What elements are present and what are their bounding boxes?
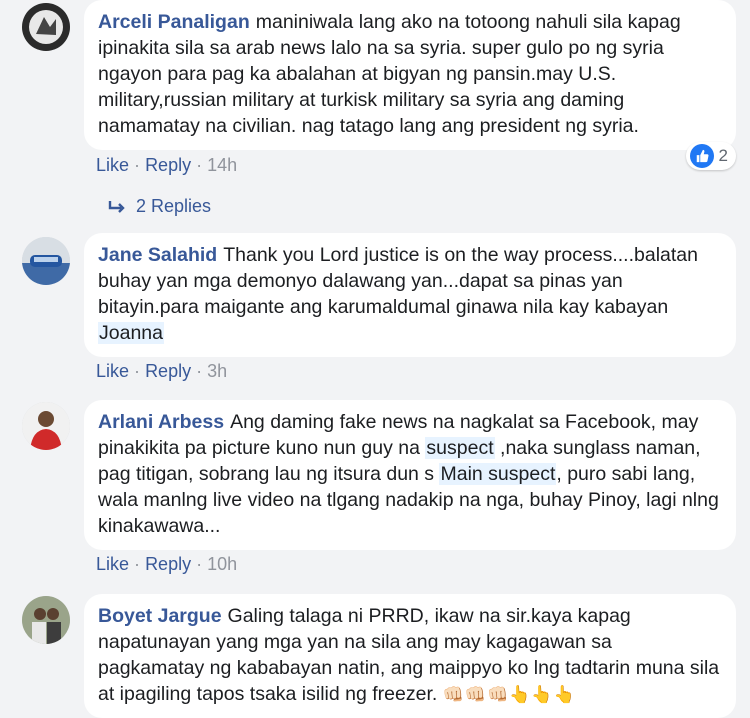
replies-label[interactable]: 2 Replies	[136, 196, 211, 217]
separator: ·	[134, 155, 141, 175]
reply-link[interactable]: Reply	[145, 155, 191, 175]
comment-timestamp[interactable]: 14h	[207, 155, 237, 175]
like-link[interactable]: Like	[96, 554, 129, 574]
comment-timestamp[interactable]: 3h	[207, 361, 227, 381]
view-replies-link[interactable]: 2 Replies	[108, 196, 211, 217]
comment-author[interactable]: Arceli Panaligan	[98, 11, 250, 33]
comment-author[interactable]: Arlani Arbess	[98, 411, 224, 433]
comment-bubble: Boyet Jargue Galing talaga ni PRRD, ikaw …	[84, 594, 736, 718]
reaction-count: 2	[718, 146, 728, 165]
avatar[interactable]	[22, 237, 70, 285]
comment-actions: Like · Reply · 14h	[96, 155, 237, 176]
comment-timestamp[interactable]: 10h	[207, 554, 237, 574]
reaction-badge[interactable]: 2	[685, 142, 736, 170]
reply-link[interactable]: Reply	[145, 361, 191, 381]
mention-tag[interactable]: suspect	[425, 437, 495, 459]
avatar[interactable]	[22, 596, 70, 644]
reply-link[interactable]: Reply	[145, 554, 191, 574]
avatar[interactable]	[22, 3, 70, 51]
thumbs-up-icon	[689, 144, 714, 168]
separator: ·	[196, 361, 203, 381]
separator: ·	[134, 361, 141, 381]
comment-bubble: Arceli Panaligan maniniwala lang ako na t…	[84, 0, 736, 150]
comment-bubble: Jane Salahid Thank you Lord justice is on…	[84, 233, 736, 357]
emoji-reaction: 👊🏻👊🏻👊🏻👆👆👆	[442, 685, 576, 704]
mention-tag[interactable]: Main suspect	[439, 463, 557, 485]
comment-actions: Like · Reply · 10h	[96, 554, 237, 575]
comment-bubble: Arlani Arbess Ang daming fake news na nag…	[84, 400, 736, 550]
like-link[interactable]: Like	[96, 361, 129, 381]
comment-author[interactable]: Jane Salahid	[98, 244, 217, 266]
mention-tag[interactable]: Joanna	[98, 322, 164, 344]
comment-author[interactable]: Boyet Jargue	[98, 605, 222, 627]
separator: ·	[196, 155, 203, 175]
avatar[interactable]	[22, 402, 70, 450]
separator: ·	[196, 554, 203, 574]
reply-arrow-icon	[108, 200, 125, 213]
comment-actions: Like · Reply · 3h	[96, 361, 227, 382]
separator: ·	[134, 554, 141, 574]
like-link[interactable]: Like	[96, 155, 129, 175]
